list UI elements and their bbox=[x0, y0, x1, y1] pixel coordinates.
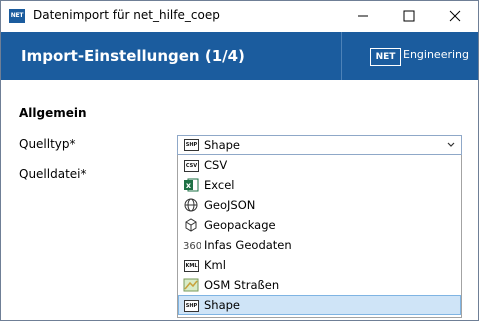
page-title: Import-Einstellungen (1/4) bbox=[21, 47, 245, 65]
geojson-icon bbox=[183, 197, 199, 213]
csv-icon: CSV bbox=[183, 157, 199, 173]
net-logo: NET bbox=[370, 48, 401, 66]
dropdown-item-label: Geopackage bbox=[204, 218, 276, 232]
quelldatei-label: Quelldatei* bbox=[19, 167, 87, 181]
banner-divider bbox=[341, 32, 342, 80]
quelltyp-label: Quelltyp* bbox=[19, 137, 76, 151]
excel-icon: x bbox=[183, 177, 199, 193]
osm-map-icon bbox=[183, 277, 199, 293]
dropdown-item-shape[interactable]: SHP Shape bbox=[178, 295, 461, 315]
dropdown-item-label: OSM Straßen bbox=[204, 278, 280, 292]
dropdown-item-label: Excel bbox=[204, 178, 235, 192]
minimize-button[interactable] bbox=[340, 1, 386, 31]
logo-caption: Engineering bbox=[403, 48, 469, 61]
dropdown-item-csv[interactable]: CSV CSV bbox=[178, 155, 461, 175]
window-title: Datenimport für net_hilfe_coep bbox=[33, 8, 220, 22]
dropdown-item-geopackage[interactable]: Geopackage bbox=[178, 215, 461, 235]
import-dialog-window: NET Datenimport für net_hilfe_coep Impor… bbox=[0, 0, 479, 321]
chevron-down-icon bbox=[447, 142, 455, 147]
dropdown-item-kml[interactable]: KML Kml bbox=[178, 255, 461, 275]
svg-text:x: x bbox=[186, 181, 192, 190]
dropdown-item-label: Kml bbox=[204, 258, 226, 272]
shape-icon: SHP bbox=[183, 297, 199, 313]
maximize-icon bbox=[403, 10, 415, 22]
dropdown-item-geojson[interactable]: GeoJSON bbox=[178, 195, 461, 215]
maximize-button[interactable] bbox=[386, 1, 432, 31]
section-title: Allgemein bbox=[19, 106, 87, 120]
app-icon: NET bbox=[9, 9, 25, 23]
close-icon bbox=[449, 10, 461, 22]
dropdown-item-osm-strassen[interactable]: OSM Straßen bbox=[178, 275, 461, 295]
minimize-icon bbox=[358, 15, 368, 17]
combobox-selected-value: Shape bbox=[204, 138, 241, 152]
shape-icon: SHP bbox=[183, 137, 199, 153]
close-button[interactable] bbox=[432, 1, 478, 31]
quelltyp-combobox[interactable]: SHP Shape bbox=[177, 135, 462, 155]
dropdown-item-label: Shape bbox=[204, 298, 241, 312]
infas-360-icon: 360 bbox=[183, 237, 202, 253]
geopackage-icon bbox=[183, 217, 199, 233]
dropdown-item-label: CSV bbox=[204, 158, 228, 172]
header-banner: Import-Einstellungen (1/4) NET Engineeri… bbox=[1, 32, 478, 80]
dropdown-item-label: GeoJSON bbox=[204, 198, 256, 212]
dropdown-item-infas-geodaten[interactable]: 360 Infas Geodaten bbox=[178, 235, 461, 255]
quelltyp-dropdown-list[interactable]: CSV CSV x Excel GeoJSON Geopackage 360 I bbox=[177, 155, 462, 318]
kml-icon: KML bbox=[183, 257, 199, 273]
svg-text:360: 360 bbox=[183, 241, 201, 252]
dropdown-item-excel[interactable]: x Excel bbox=[178, 175, 461, 195]
dropdown-item-label: Infas Geodaten bbox=[204, 238, 292, 252]
title-bar[interactable]: NET Datenimport für net_hilfe_coep bbox=[1, 1, 478, 31]
